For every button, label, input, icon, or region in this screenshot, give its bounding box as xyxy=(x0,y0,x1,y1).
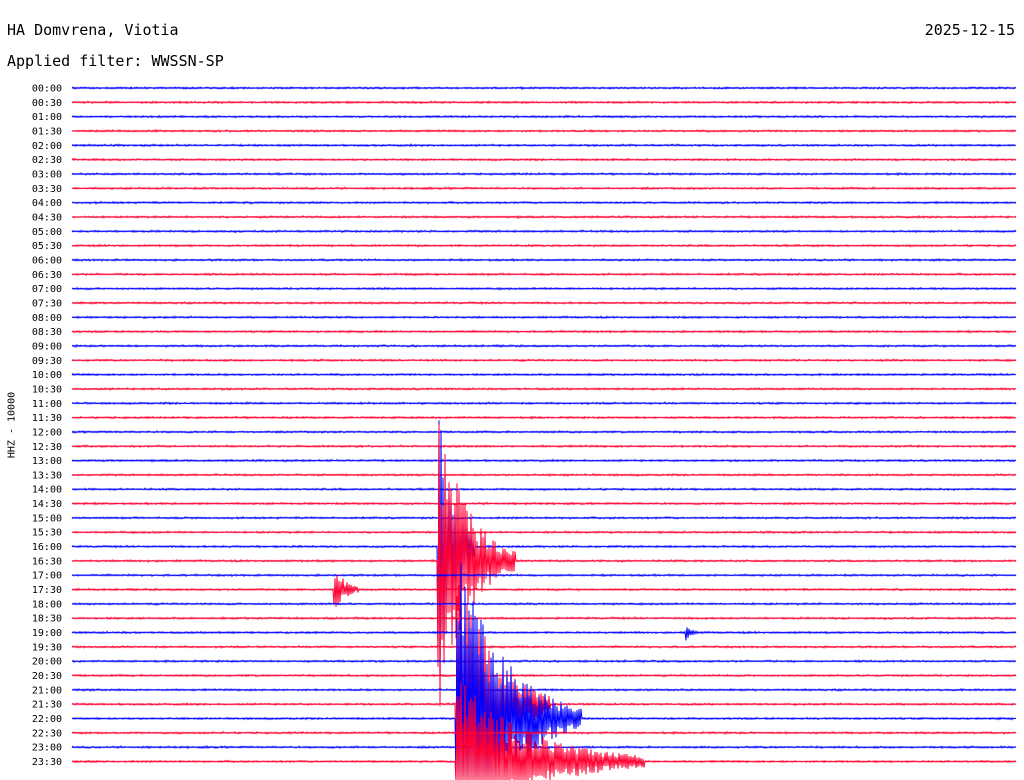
time-label: 06:30 xyxy=(32,270,62,281)
trace-line xyxy=(71,286,1017,291)
time-label: 04:30 xyxy=(32,212,62,223)
time-label: 22:00 xyxy=(32,714,62,725)
time-label: 05:00 xyxy=(32,227,62,238)
trace-line xyxy=(71,85,1017,91)
time-label: 13:00 xyxy=(32,456,62,467)
trace-line xyxy=(71,429,1017,435)
trace-line xyxy=(71,171,1017,177)
time-label: 22:30 xyxy=(32,728,62,739)
time-label: 21:00 xyxy=(32,685,62,696)
trace-line xyxy=(71,186,1017,191)
time-label: 14:30 xyxy=(32,499,62,510)
trace-line xyxy=(71,229,1017,234)
time-label: 03:30 xyxy=(32,184,62,195)
time-label: 19:30 xyxy=(32,642,62,653)
trace-line xyxy=(71,601,1017,606)
trace-line xyxy=(71,444,1017,449)
time-label: 17:30 xyxy=(32,585,62,596)
trace-line xyxy=(71,572,1017,578)
time-label: 03:00 xyxy=(32,169,62,180)
helicorder-plot: 00:00 00:30 01:00 01:30 02:00 02:30 03:00 03:30… xyxy=(32,84,1017,780)
time-label: 09:30 xyxy=(32,356,62,367)
trace-line xyxy=(71,627,1017,641)
trace-line xyxy=(71,659,1017,664)
trace-line xyxy=(71,515,1017,520)
time-label: 05:30 xyxy=(32,241,62,252)
time-label: 11:30 xyxy=(32,413,62,424)
time-label: 20:00 xyxy=(32,657,62,668)
trace-line xyxy=(71,214,1017,220)
trace-line xyxy=(71,530,1017,535)
time-label: 13:30 xyxy=(32,470,62,481)
trace-line xyxy=(71,257,1017,263)
trace-line xyxy=(71,329,1017,334)
trace-line xyxy=(71,200,1017,205)
trace-line xyxy=(71,487,1017,492)
trace-line xyxy=(71,128,1017,134)
trace-line xyxy=(71,424,1017,707)
time-label: 10:30 xyxy=(32,384,62,395)
trace-line xyxy=(71,472,1017,477)
trace-line xyxy=(71,315,1017,320)
trace-line xyxy=(71,358,1017,363)
trace-line xyxy=(71,343,1017,349)
time-label: 08:30 xyxy=(32,327,62,338)
time-label: 16:30 xyxy=(32,556,62,567)
trace-group xyxy=(71,85,1017,780)
time-label: 17:00 xyxy=(32,571,62,582)
trace-line xyxy=(71,401,1017,406)
trace-line xyxy=(71,114,1017,119)
trace-line xyxy=(71,143,1017,148)
trace-line xyxy=(71,157,1017,162)
time-label: 18:00 xyxy=(32,599,62,610)
trace-line xyxy=(71,501,1017,506)
trace-line xyxy=(71,243,1017,248)
trace-line xyxy=(71,386,1017,391)
time-label: 07:30 xyxy=(32,298,62,309)
trace-line xyxy=(71,644,1017,649)
trace-line xyxy=(71,415,1017,420)
time-label: 18:30 xyxy=(32,614,62,625)
time-label: 12:30 xyxy=(32,442,62,453)
trace-line xyxy=(71,616,1017,621)
time-labels: 00:00 00:30 01:00 01:30 02:00 02:30 03:00 03:30… xyxy=(32,84,62,769)
time-label: 15:30 xyxy=(32,528,62,539)
time-label: 08:00 xyxy=(32,313,62,324)
time-label: 20:30 xyxy=(32,671,62,682)
time-label: 11:00 xyxy=(32,399,62,410)
trace-line xyxy=(71,576,1017,780)
time-label: 16:00 xyxy=(32,542,62,553)
time-label: 07:00 xyxy=(32,284,62,295)
time-label: 02:00 xyxy=(32,141,62,152)
trace-line xyxy=(71,458,1017,463)
time-label: 00:30 xyxy=(32,98,62,109)
time-label: 04:00 xyxy=(32,198,62,209)
trace-line xyxy=(71,372,1017,377)
trace-line xyxy=(71,745,1017,750)
trace-line xyxy=(71,673,1017,678)
time-label: 10:00 xyxy=(32,370,62,381)
trace-line xyxy=(71,687,1017,692)
time-label: 02:30 xyxy=(32,155,62,166)
time-label: 19:00 xyxy=(32,628,62,639)
trace-line xyxy=(71,300,1017,306)
time-label: 21:30 xyxy=(32,700,62,711)
time-label: 23:00 xyxy=(32,743,62,754)
time-label: 01:00 xyxy=(32,112,62,123)
trace-line xyxy=(71,272,1017,277)
trace-line xyxy=(71,100,1017,105)
time-label: 12:00 xyxy=(32,427,62,438)
time-label: 14:00 xyxy=(32,485,62,496)
time-label: 01:30 xyxy=(32,126,62,137)
time-label: 00:00 xyxy=(32,84,62,95)
time-label: 06:00 xyxy=(32,255,62,266)
time-label: 15:00 xyxy=(32,513,62,524)
time-label: 23:30 xyxy=(32,757,62,768)
time-label: 09:00 xyxy=(32,341,62,352)
trace-line xyxy=(71,575,1017,607)
